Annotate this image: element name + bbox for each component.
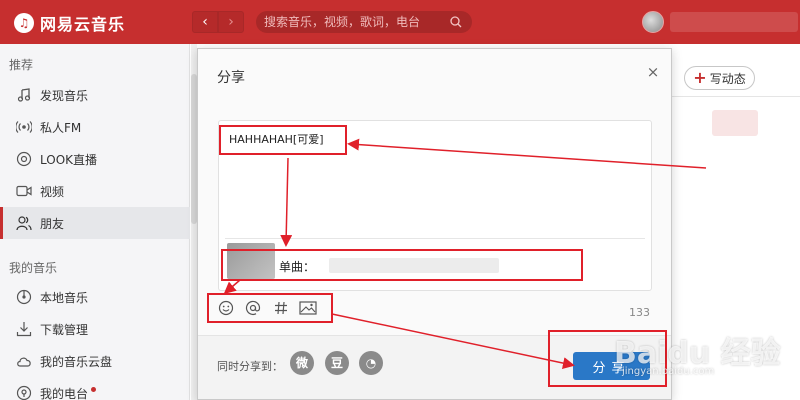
dialog-title: 分享 <box>217 70 245 86</box>
user-name-blurred[interactable] <box>670 12 798 32</box>
dialog-footer: 同时分享到： 微 豆 ◔ 分享 <box>198 335 671 399</box>
sidebar: 推荐 发现音乐 私人FM LOOK直播 视频 朋友 我的音乐 本地音乐 下载管理… <box>0 44 190 400</box>
weibo-icon[interactable]: 微 <box>290 351 314 375</box>
video-icon <box>16 183 32 199</box>
friends-icon <box>16 215 32 231</box>
netease-logo-icon: ♫ <box>14 13 34 33</box>
sidebar-item-video[interactable]: 视频 <box>0 175 190 207</box>
forward-button[interactable]: › <box>218 11 244 33</box>
disc-icon <box>16 289 32 305</box>
sidebar-item-label: 发现音乐 <box>40 88 89 103</box>
sidebar-item-label: 朋友 <box>40 216 65 231</box>
live-icon <box>16 151 32 167</box>
sidebar-item-label: 我的电台 <box>40 386 89 400</box>
sidebar-item-label: 下载管理 <box>40 322 89 337</box>
baidu-watermark-url: jingyan.baidu.com <box>622 366 715 377</box>
user-avatar[interactable] <box>642 11 664 33</box>
sidebar-item-discover-music[interactable]: 发现音乐 <box>0 79 190 111</box>
share-to-label: 同时分享到： <box>217 360 283 373</box>
editor-divider <box>225 238 645 239</box>
song-cover-thumbnail <box>227 243 275 279</box>
sidebar-section-my-music: 我的音乐 <box>9 261 58 275</box>
editor-text[interactable]: HAHHAHAH[可爱] <box>229 131 324 147</box>
sidebar-section-recommend: 推荐 <box>9 58 34 72</box>
search-icon[interactable] <box>450 16 462 28</box>
qzone-icon[interactable]: ◔ <box>359 351 383 375</box>
hashtag-icon[interactable] <box>272 300 290 318</box>
char-counter: 133 <box>629 306 650 319</box>
plus-icon: + <box>693 68 707 87</box>
mention-icon[interactable] <box>244 300 262 318</box>
music-note-icon <box>16 87 32 103</box>
share-dialog: 分享 × HAHHAHAH[可爱] 单曲： 133 同时分享到： 微 豆 ◔ 分… <box>197 48 672 400</box>
back-button[interactable]: ‹ <box>192 11 218 33</box>
write-post-label: 写动态 <box>709 71 746 86</box>
blurred-content <box>712 110 758 136</box>
attachment-label: 单曲： <box>279 260 316 274</box>
app-logo[interactable]: ♫ 网易云音乐 <box>14 11 125 35</box>
radio-icon <box>16 119 32 135</box>
share-text-editor[interactable]: HAHHAHAH[可爱] 单曲： <box>218 120 652 291</box>
sidebar-item-my-radio[interactable]: 我的电台 <box>0 377 190 400</box>
search-box <box>256 11 472 33</box>
podcast-icon <box>16 385 32 400</box>
sidebar-item-look-live[interactable]: LOOK直播 <box>0 143 190 175</box>
write-post-button[interactable]: + 写动态 <box>684 66 755 90</box>
close-icon[interactable]: × <box>646 65 660 80</box>
search-input[interactable] <box>264 11 444 33</box>
emoji-icon[interactable] <box>217 300 235 318</box>
douban-icon[interactable]: 豆 <box>325 351 349 375</box>
cloud-icon <box>16 353 32 369</box>
app-name: 网易云音乐 <box>40 15 126 34</box>
sidebar-item-label: 视频 <box>40 184 65 199</box>
sidebar-item-label: 本地音乐 <box>40 290 89 305</box>
image-icon[interactable] <box>299 300 317 318</box>
main-divider <box>672 96 800 97</box>
download-icon <box>16 321 32 337</box>
sidebar-item-label: 私人FM <box>40 120 82 135</box>
sidebar-item-label: LOOK直播 <box>40 152 98 167</box>
sidebar-item-local-music[interactable]: 本地音乐 <box>0 281 190 313</box>
sidebar-item-friends[interactable]: 朋友 <box>0 207 190 239</box>
title-bar: ♫ 网易云音乐 ‹ › <box>0 0 800 44</box>
sidebar-item-label: 我的音乐云盘 <box>40 354 113 369</box>
sidebar-item-download-manager[interactable]: 下载管理 <box>0 313 190 345</box>
sidebar-item-private-fm[interactable]: 私人FM <box>0 111 190 143</box>
sidebar-item-music-cloud[interactable]: 我的音乐云盘 <box>0 345 190 377</box>
song-title-blurred <box>329 258 499 273</box>
new-badge-dot <box>91 386 97 392</box>
